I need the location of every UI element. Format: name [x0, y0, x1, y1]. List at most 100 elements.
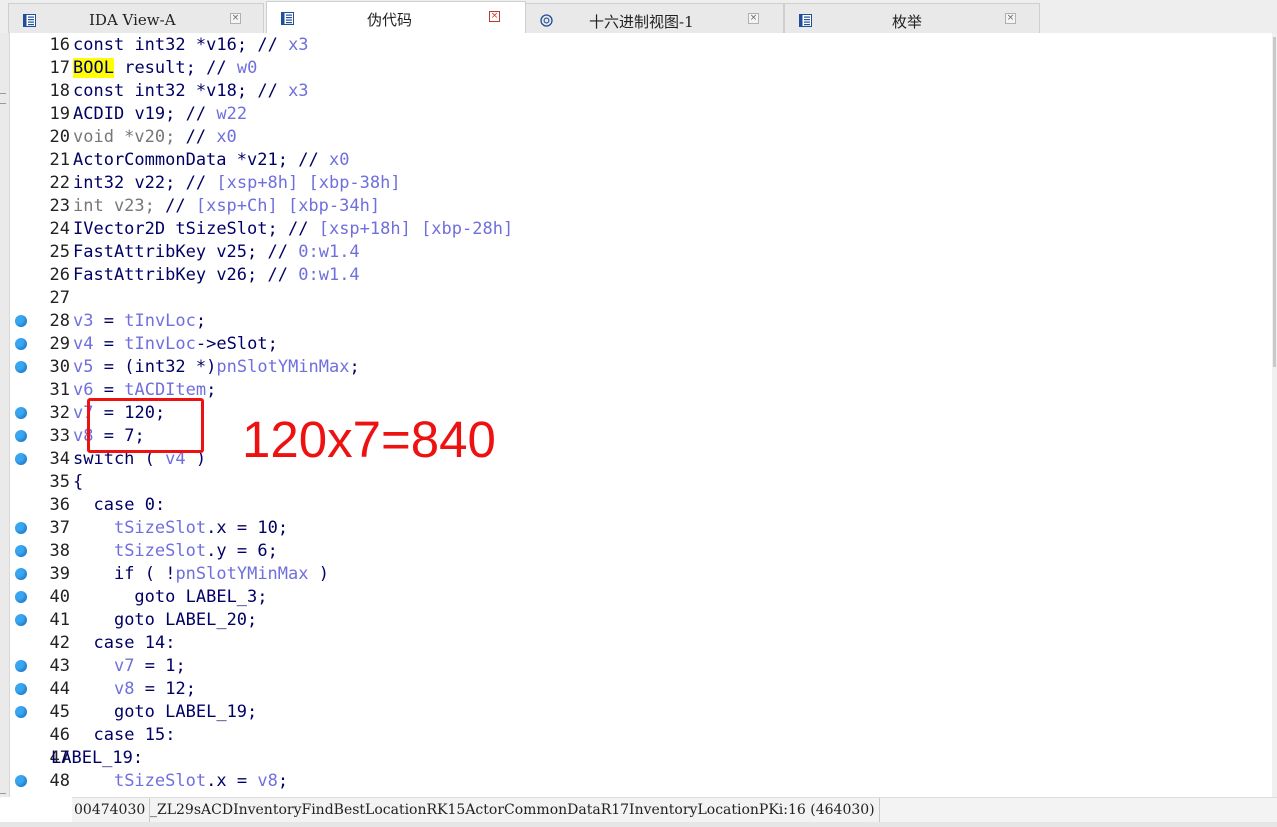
tab-2[interactable]: 十六进制视图-1 × [525, 3, 784, 33]
code-text: goto LABEL_19; [113, 702, 258, 722]
code-line[interactable]: 48 tSizeSlot.x = v8; [10, 770, 1272, 793]
vertical-scrollbar[interactable] [1272, 33, 1277, 797]
code-text: ActorCommonData *v21; // x0 [73, 150, 350, 170]
line-number: 40 [49, 587, 70, 607]
code-text: FastAttribKey v25; // 0:w1.4 [73, 242, 360, 262]
code-line[interactable]: 25 FastAttribKey v25; // 0:w1.4 [10, 241, 1272, 264]
line-number: 18 [49, 81, 70, 101]
code-line[interactable]: 47 LABEL_19: [10, 747, 1272, 770]
code-line[interactable]: 28 v3 = tInvLoc; [10, 310, 1272, 333]
tab-1[interactable]: 伪代码 × [266, 1, 526, 33]
code-line[interactable]: 41 goto LABEL_20; [10, 609, 1272, 632]
line-number: 16 [49, 35, 70, 55]
code-line[interactable]: 38 tSizeSlot.y = 6; [10, 540, 1272, 563]
code-line[interactable]: 36 case 0: [10, 494, 1272, 517]
code-text: int32 v22; // [xsp+8h] [xbp-38h] [73, 173, 401, 193]
status-location: _ZL29sACDInventoryFindBestLocationRK15Ac… [150, 798, 880, 822]
line-number: 45 [49, 702, 70, 722]
code-line[interactable]: 21 ActorCommonData *v21; // x0 [10, 149, 1272, 172]
code-line[interactable]: 30 v5 = (int32 *)pnSlotYMinMax; [10, 356, 1272, 379]
line-number: 29 [49, 334, 70, 354]
code-line[interactable]: 29 v4 = tInvLoc->eSlot; [10, 333, 1272, 356]
code-line[interactable]: 35{ [10, 471, 1272, 494]
enum-view-icon [799, 12, 812, 27]
disassembly-view-icon [23, 12, 36, 27]
close-tab-icon[interactable]: × [1005, 13, 1016, 24]
code-text: void *v20; // x0 [73, 127, 237, 147]
code-text: ACDID v19; // w22 [73, 104, 248, 124]
tab-3[interactable]: 枚举 × [784, 3, 1040, 33]
code-text: BOOL result; // w0 [73, 58, 258, 78]
line-number: 48 [49, 771, 70, 791]
code-text: const int32 *v18; // x3 [73, 81, 309, 101]
line-number: 24 [49, 219, 70, 239]
pseudocode-view-icon [281, 10, 294, 25]
tab-label: IDA View-A [89, 11, 176, 29]
line-number: 28 [49, 311, 70, 331]
panel-edge-mark [0, 93, 6, 94]
code-line[interactable]: 46 case 15: [10, 724, 1272, 747]
bottom-strip [0, 822, 1277, 827]
code-text: int v23; // [xsp+Ch] [xbp-34h] [73, 196, 381, 216]
line-number: 31 [49, 380, 70, 400]
line-number: 27 [49, 288, 70, 308]
code-text: case 0: [93, 495, 166, 515]
close-tab-icon[interactable]: × [748, 13, 759, 24]
code-line[interactable]: 43 v7 = 1; [10, 655, 1272, 678]
line-number: 20 [49, 127, 70, 147]
code-line[interactable]: 19 ACDID v19; // w22 [10, 103, 1272, 126]
code-line[interactable]: 40 goto LABEL_3; [10, 586, 1272, 609]
close-tab-icon[interactable]: × [489, 11, 500, 22]
code-line[interactable]: 44 v8 = 12; [10, 678, 1272, 701]
code-line[interactable]: 24 IVector2D tSizeSlot; // [xsp+18h] [xbp… [10, 218, 1272, 241]
code-text: tSizeSlot.x = v8; [113, 771, 289, 791]
close-tab-icon[interactable]: × [230, 13, 241, 24]
code-text: { [73, 472, 84, 492]
code-line[interactable]: 26 FastAttribKey v26; // 0:w1.4 [10, 264, 1272, 287]
code-line[interactable]: 23 int v23; // [xsp+Ch] [xbp-34h] [10, 195, 1272, 218]
tab-bar: IDA View-A × 伪代码 × 十六进制视图-1 × 枚举 × [0, 0, 1277, 33]
panel-edge-mark [0, 103, 6, 104]
code-line[interactable]: 27 [10, 287, 1272, 310]
code-line[interactable]: 37 tSizeSlot.x = 10; [10, 517, 1272, 540]
code-line[interactable]: 18 const int32 *v18; // x3 [10, 80, 1272, 103]
code-line[interactable]: 17 BOOL result; // w0 [10, 57, 1272, 80]
scrollbar-thumb[interactable] [1273, 37, 1276, 367]
code-text: LABEL_19: [51, 748, 144, 768]
left-panel-edge[interactable] [0, 33, 10, 797]
annotation-text: 120x7=840 [242, 411, 496, 468]
line-number: 19 [49, 104, 70, 124]
line-number: 41 [49, 610, 70, 630]
code-line[interactable]: 39 if ( !pnSlotYMinMax ) [10, 563, 1272, 586]
line-number: 44 [49, 679, 70, 699]
tab-label: 十六进制视图-1 [589, 13, 694, 31]
line-number: 17 [49, 58, 70, 78]
tab-0[interactable]: IDA View-A × [8, 3, 264, 33]
line-number: 37 [49, 518, 70, 538]
line-number: 22 [49, 173, 70, 193]
annotation-highlight-box [87, 398, 204, 453]
code-line[interactable]: 22 int32 v22; // [xsp+8h] [xbp-38h] [10, 172, 1272, 195]
status-address: 00474030 [74, 798, 151, 822]
line-number: 21 [49, 150, 70, 170]
code-line[interactable]: 16 const int32 *v16; // x3 [10, 34, 1272, 57]
code-text: FastAttribKey v26; // 0:w1.4 [73, 265, 360, 285]
line-number: 34 [49, 449, 70, 469]
code-text: if ( !pnSlotYMinMax ) [113, 564, 329, 584]
line-number: 38 [49, 541, 70, 561]
code-text: v8 = 12; [113, 679, 196, 699]
code-line[interactable]: 42 case 14: [10, 632, 1272, 655]
code-text: const int32 *v16; // x3 [73, 35, 309, 55]
code-line[interactable]: 20 void *v20; // x0 [10, 126, 1272, 149]
line-number: 46 [49, 725, 70, 745]
hex-view-icon [540, 12, 553, 27]
code-text: v7 = 1; [113, 656, 186, 676]
code-text: v5 = (int32 *)pnSlotYMinMax; [73, 357, 360, 377]
line-number: 25 [49, 242, 70, 262]
code-line[interactable]: 45 goto LABEL_19; [10, 701, 1272, 724]
line-number: 42 [49, 633, 70, 653]
line-number: 32 [49, 403, 70, 423]
tab-label: 枚举 [892, 13, 923, 31]
line-number: 36 [49, 495, 70, 515]
status-bar: 00474030 _ZL29sACDInventoryFindBestLocat… [72, 797, 1277, 823]
